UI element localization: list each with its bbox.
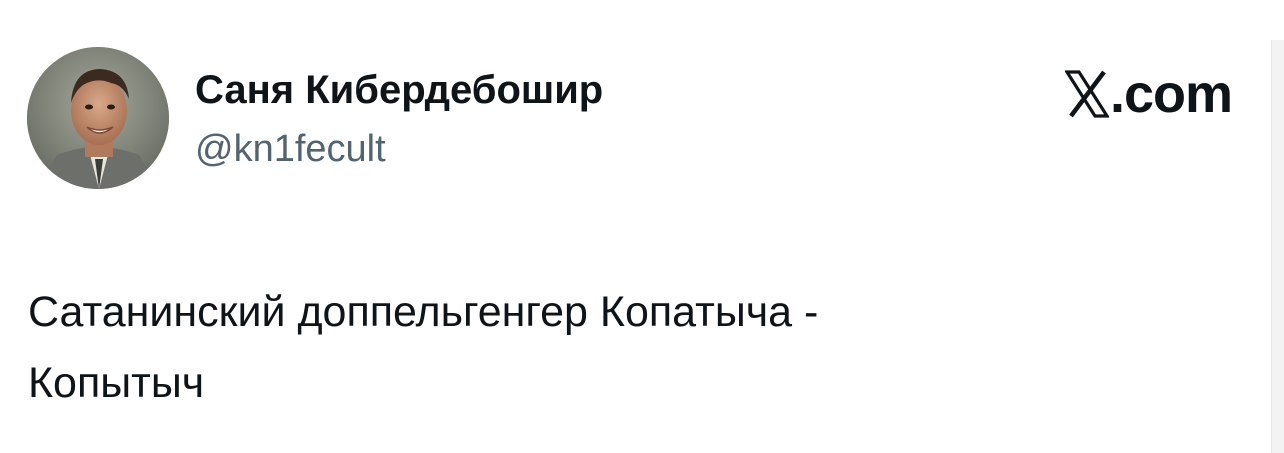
x-logo-icon <box>1064 70 1109 118</box>
x-brand[interactable]: .com <box>1064 64 1233 124</box>
tweet-text: Сатанинский доппельгенгер Копатыча - Коп… <box>28 277 1228 419</box>
author-handle[interactable]: @kn1fecult <box>195 126 386 172</box>
brand-domain: .com <box>1109 64 1233 124</box>
avatar-photo-icon <box>27 47 169 189</box>
tweet-line: Сатанинский доппельгенгер Копатыча - <box>28 288 819 336</box>
author-display-name[interactable]: Саня Кибердебошир <box>195 66 603 114</box>
scrollbar[interactable] <box>1271 40 1284 453</box>
tweet-line: Копытыч <box>28 359 205 407</box>
author-avatar[interactable] <box>27 47 169 189</box>
